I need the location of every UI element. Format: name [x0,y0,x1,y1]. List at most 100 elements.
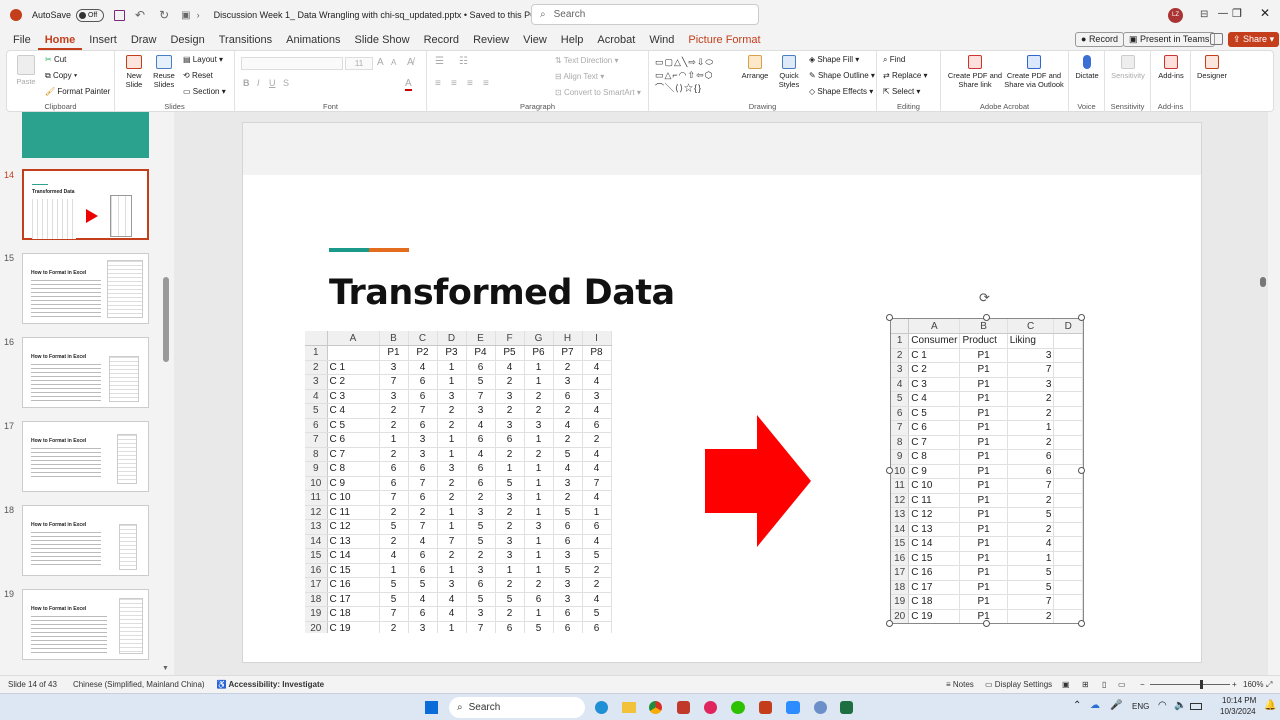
reuse-slides-button[interactable]: Reuse Slides [151,55,177,89]
excel-icon[interactable] [840,701,853,714]
find-button[interactable]: ⌕ Find [883,55,905,65]
chrome-icon[interactable] [649,701,662,714]
designer-button[interactable]: Designer [1195,55,1229,80]
resize-handle-s[interactable] [983,620,990,627]
document-title[interactable]: Discussion Week 1_ Data Wrangling with c… [214,10,537,20]
powerpoint-taskbar-icon[interactable] [759,701,772,714]
increase-font-icon[interactable]: A [377,57,384,68]
paste-button[interactable]: Paste [15,55,37,86]
resize-handle-nw[interactable] [886,314,893,321]
resize-handle-e[interactable] [1078,467,1085,474]
tab-acrobat[interactable]: Acrobat [590,30,642,50]
notes-button[interactable]: ≡ Notes [946,680,974,689]
wide-format-table-image[interactable]: A B C D E F G H I 1 P1 P2 P3 P4 P5 P6 P7 P8 2 C 1341641243C… [305,331,635,633]
long-format-table-image[interactable]: A B C D 1 Consumer Product Liking 2 C 1 P1 3 3 C 2 P1 7… [890,318,1084,624]
maximize-icon[interactable]: ❐ [1232,7,1242,20]
clear-formatting-icon[interactable]: A̸ [407,57,414,68]
language-indicator[interactable]: Chinese (Simplified, Mainland China) [73,680,205,689]
layout-button[interactable]: ▤ Layout ▾ [183,55,223,64]
slide-title[interactable]: Transformed Data [329,273,675,313]
zoom-out-icon[interactable]: − [1140,680,1145,689]
add-ins-button[interactable]: Add-ins [1155,55,1187,80]
font-color-icon[interactable]: A [405,78,412,91]
underline-icon[interactable]: U [269,78,276,88]
volume-icon[interactable]: 🔈 [1174,700,1186,711]
edge-icon[interactable] [595,701,608,714]
italic-icon[interactable]: I [257,78,260,88]
create-pdf-outlook-button[interactable]: Create PDF and Share via Outlook [1003,55,1065,89]
select-button[interactable]: ⇱ Select ▾ [883,87,920,96]
battery-icon[interactable] [1190,703,1202,710]
numbering-icon[interactable]: ☷ [459,56,468,67]
present-in-teams-button[interactable]: ▣ Present in Teams [1123,32,1216,47]
thumbnail-18[interactable]: How to Format in Excel [22,505,149,576]
resize-handle-n[interactable] [983,314,990,321]
normal-view-icon[interactable]: ▣ [1062,680,1070,689]
thumbnail-14[interactable]: Transformed Data [22,169,149,240]
zoom-in-icon[interactable]: + [1232,680,1237,689]
tab-design[interactable]: Design [163,30,211,50]
tab-record[interactable]: Record [417,30,466,50]
tab-picture-format[interactable]: Picture Format [681,30,767,50]
customize-toolbar-icon[interactable]: › [197,10,200,20]
slide-14[interactable]: Transformed Data A B C D E F G H I 1 P1 P2 P3 P4 P5 P6 P… [242,122,1202,663]
convert-smartart-button[interactable]: ⊡ Convert to SmartArt ▾ [555,88,641,97]
resize-handle-se[interactable] [1078,620,1085,627]
tab-insert[interactable]: Insert [82,30,124,50]
thumbnail-15[interactable]: How to Format in Excel [22,253,149,324]
clock-time[interactable]: 10:14 PM [1222,696,1256,705]
dictate-button[interactable]: Dictate [1073,55,1101,80]
font-size-box[interactable]: 11 [345,57,373,70]
shape-effects-button[interactable]: ◇ Shape Effects ▾ [809,87,873,96]
search-box[interactable]: ⌕ Search [531,4,759,25]
copy-button[interactable]: ⧉ Copy ▾ [45,71,77,81]
reset-button[interactable]: ⟲ Reset [183,71,213,80]
thumbnail-19[interactable]: How to Format in Excel [22,589,149,660]
strikethrough-icon[interactable]: S [283,78,289,88]
tab-draw[interactable]: Draw [124,30,164,50]
slide-sorter-icon[interactable]: ⊞ [1082,680,1089,689]
sensitivity-button[interactable]: Sensitivity [1109,55,1147,80]
resize-handle-w[interactable] [886,467,893,474]
font-name-box[interactable] [241,57,343,70]
scroll-down-icon[interactable]: ▼ [162,665,169,672]
thumbnail-13-partial[interactable] [22,112,149,158]
notification-icon[interactable]: 🔔 [1264,700,1276,711]
section-button[interactable]: ▭ Section ▾ [183,87,226,96]
bold-icon[interactable]: B [243,78,250,88]
quick-styles-button[interactable]: Quick Styles [773,55,805,89]
tray-chevron-icon[interactable]: ⌃ [1073,700,1081,711]
cut-button[interactable]: ✂ Cut [45,55,66,64]
arrange-button[interactable]: Arrange [741,55,769,80]
shapes-gallery[interactable]: ▭▢△╲⇨⇩⬭ ▭△⌐◠⇧⇦⬡ ⌒╲⟨⟩☆{} [655,56,733,98]
resize-handle-ne[interactable] [1078,314,1085,321]
align-left-icon[interactable]: ≡ [435,78,441,89]
redo-icon[interactable]: ↻ [159,8,169,22]
tab-help[interactable]: Help [554,30,591,50]
taskbar-search[interactable]: ⌕ Search [449,697,585,718]
align-text-button[interactable]: ⊟ Align Text ▾ [555,72,604,81]
microphone-tray-icon[interactable]: 🎤 [1110,700,1122,711]
reading-view-icon[interactable]: ▯ [1102,680,1106,689]
decrease-font-icon[interactable]: A [391,58,396,67]
tab-review[interactable]: Review [466,30,516,50]
justify-icon[interactable]: ≡ [483,78,489,89]
zoom-slider-thumb[interactable] [1200,680,1203,689]
app-icon-pink[interactable] [704,701,717,714]
save-icon[interactable] [114,9,126,21]
ribbon-display-icon[interactable]: ⊟ [1200,9,1208,20]
start-from-beginning-icon[interactable]: ▣ [181,10,190,21]
shape-outline-button[interactable]: ✎ Shape Outline ▾ [809,71,875,80]
shape-fill-button[interactable]: ◈ Shape Fill ▾ [809,55,859,64]
app-icon-red[interactable] [677,701,690,714]
user-avatar[interactable]: LZ [1168,8,1183,23]
accessibility-checker[interactable]: ♿ Accessibility: Investigate [217,680,325,689]
close-icon[interactable]: ✕ [1260,6,1270,20]
tab-wind[interactable]: Wind [642,30,681,50]
clock-date[interactable]: 10/3/2024 [1220,707,1256,716]
undo-icon[interactable]: ↶ [135,8,145,22]
file-explorer-icon[interactable] [622,702,636,713]
wifi-icon[interactable]: ◠ [1158,700,1167,711]
windows-start-icon[interactable] [425,701,438,714]
tab-transitions[interactable]: Transitions [212,30,279,50]
